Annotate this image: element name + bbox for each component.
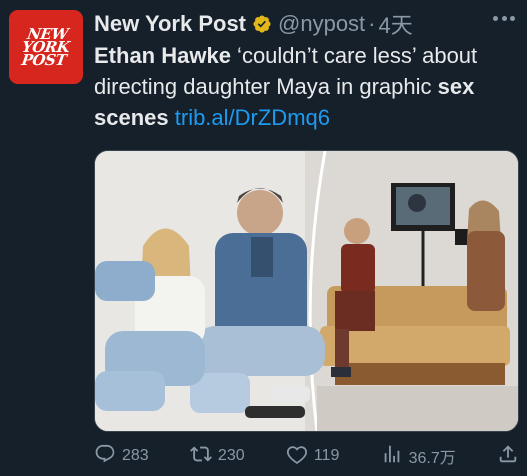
share-icon — [497, 443, 519, 470]
retweet-icon — [189, 443, 212, 470]
views-button[interactable]: 36.7万 — [381, 443, 456, 470]
like-count: 119 — [313, 447, 340, 464]
tweet-actions: 283 230 119 36.7万 — [94, 442, 519, 470]
avatar[interactable]: NEW YORK POST — [9, 10, 83, 84]
separator: · — [368, 11, 376, 36]
timestamp[interactable]: 4天 — [379, 8, 413, 40]
verified-badge-icon — [252, 14, 272, 34]
tweet-header: New York Post @nypost · 4天 — [94, 9, 519, 39]
more-options-icon[interactable] — [493, 16, 515, 22]
reply-button[interactable]: 283 — [94, 443, 149, 470]
new-york-post-logo: NEW YORK POST — [20, 24, 71, 69]
account-handle[interactable]: @nypost — [278, 11, 365, 37]
reply-icon — [94, 443, 116, 470]
views-count: 36.7万 — [408, 450, 456, 467]
tweet-media-image[interactable] — [94, 150, 519, 432]
account-name[interactable]: New York Post — [94, 11, 246, 37]
like-button[interactable]: 119 — [286, 443, 340, 470]
reply-count: 283 — [122, 447, 149, 464]
retweet-count: 230 — [217, 447, 245, 464]
tweet-text: Ethan Hawke ‘couldn’t care less’ about d… — [94, 40, 514, 133]
tweet-link[interactable]: trib.al/DrZDmq6 — [175, 105, 330, 130]
heart-icon — [286, 443, 308, 470]
tweet-text-bold-name: Ethan Hawke — [94, 43, 231, 68]
views-chart-icon — [381, 443, 403, 470]
share-button[interactable] — [497, 443, 519, 470]
retweet-button[interactable]: 230 — [189, 443, 245, 470]
